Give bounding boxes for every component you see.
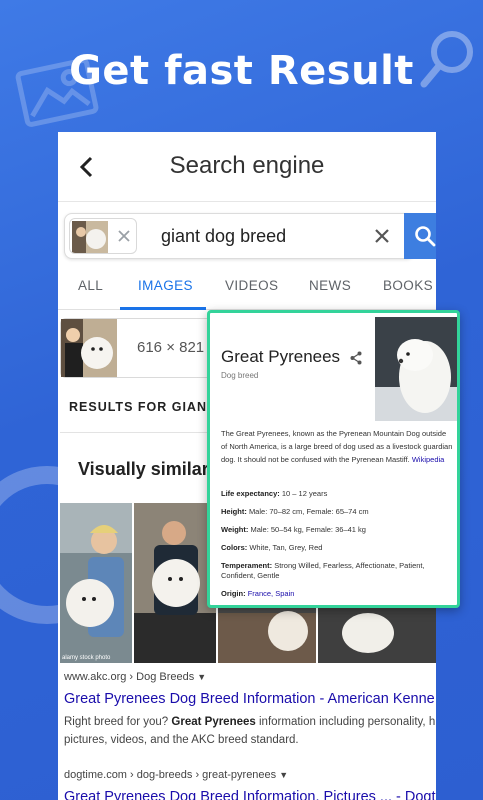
fact-value: Male: 50–54 kg, Female: 36–41 kg xyxy=(250,525,366,534)
snippet-text: information including personality, histo… xyxy=(258,716,436,728)
fact-life-expectancy: Life expectancy: 10 – 12 years xyxy=(221,489,453,499)
fact-label: Weight: xyxy=(221,525,249,534)
snippet-text: Right breed for you? xyxy=(64,716,172,728)
app-bar-title: Search engine xyxy=(169,152,325,179)
promo-title: Get fast Result xyxy=(69,48,414,94)
origin-link[interactable]: France, Spain xyxy=(248,589,295,598)
search-icon xyxy=(415,226,436,247)
fact-label: Height: xyxy=(221,507,247,516)
remove-image-icon[interactable] xyxy=(116,228,132,244)
url-menu-arrow-icon[interactable]: ▼ xyxy=(279,770,288,780)
search-result-1: www.akc.org › Dog Breeds ▼ Great Pyrenee… xyxy=(64,671,436,749)
similar-image-2[interactable] xyxy=(134,503,216,663)
wikipedia-link[interactable]: Wikipedia xyxy=(412,455,445,464)
fact-label: Temperament: xyxy=(221,561,273,570)
visually-similar-title: Visually similar xyxy=(78,459,209,479)
fact-value: White, Tan, Grey, Red xyxy=(249,543,323,552)
search-result-2: dogtime.com › dog-breeds › great-pyrenee… xyxy=(64,769,436,800)
result-title-link[interactable]: Great Pyrenees Dog Breed Information, Pi… xyxy=(64,789,436,800)
fact-label: Origin: xyxy=(221,589,246,598)
result-url[interactable]: www.akc.org › Dog Breeds ▼ xyxy=(64,671,436,683)
share-icon[interactable] xyxy=(350,351,362,365)
fact-height: Height: Male: 70–82 cm, Female: 65–74 cm xyxy=(221,507,453,517)
clear-search-icon[interactable] xyxy=(373,227,391,245)
tab-books[interactable]: BOOKS xyxy=(383,278,433,293)
result-tabs: ALL IMAGES VIDEOS NEWS BOOKS xyxy=(58,264,436,310)
breed-photo[interactable] xyxy=(375,317,459,421)
result-snippet: Right breed for you? Great Pyrenees info… xyxy=(64,713,436,749)
fact-value: 10 – 12 years xyxy=(281,489,328,498)
fact-colors: Colors: White, Tan, Grey, Red xyxy=(221,543,453,553)
fact-label: Life expectancy: xyxy=(221,489,280,498)
panel-subtitle: Dog breed xyxy=(221,371,259,380)
app-bar: Search engine xyxy=(58,132,436,202)
fact-temperament: Temperament: Strong Willed, Fearless, Af… xyxy=(221,561,453,581)
source-image-thumbnail xyxy=(61,319,117,377)
query-image-chip[interactable] xyxy=(69,218,137,254)
similar-image-1[interactable]: alamy stock photo xyxy=(60,503,132,663)
stock-photo-watermark: alamy stock photo xyxy=(62,655,111,661)
result-url[interactable]: dogtime.com › dog-breeds › great-pyrenee… xyxy=(64,769,436,781)
fact-value: Male: 70–82 cm, Female: 65–74 cm xyxy=(248,507,369,516)
tab-news[interactable]: NEWS xyxy=(309,278,351,293)
tab-images[interactable]: IMAGES xyxy=(138,278,193,293)
image-dimensions: 616 × 821 xyxy=(137,339,205,356)
panel-title: Great Pyrenees xyxy=(221,347,341,366)
fact-origin: Origin: France, Spain xyxy=(221,589,453,599)
fact-label: Colors: xyxy=(221,543,248,552)
snippet-text: pictures, videos, and the AKC breed stan… xyxy=(64,734,299,746)
tab-videos[interactable]: VIDEOS xyxy=(225,278,278,293)
query-image-thumbnail xyxy=(72,221,108,253)
search-row: giant dog breed xyxy=(58,202,436,264)
result-url-text: dogtime.com › dog-breeds › great-pyrenee… xyxy=(64,769,277,781)
snippet-bold: Great Pyrenees xyxy=(171,716,256,728)
panel-description: The Great Pyrenees, known as the Pyrenea… xyxy=(221,427,453,466)
fact-weight: Weight: Male: 50–54 kg, Female: 36–41 kg xyxy=(221,525,453,535)
url-menu-arrow-icon[interactable]: ▼ xyxy=(197,672,206,682)
panel-facts: Life expectancy: 10 – 12 years Height: M… xyxy=(221,489,453,605)
search-button[interactable] xyxy=(404,213,436,259)
search-query-text[interactable]: giant dog breed xyxy=(161,226,286,247)
result-url-text: www.akc.org › Dog Breeds xyxy=(64,671,195,683)
results-for-header: RESULTS FOR GIANT xyxy=(69,400,216,414)
active-tab-indicator xyxy=(120,307,206,310)
knowledge-panel: Great Pyrenees Dog breed The Great Pyren… xyxy=(207,310,460,608)
tab-all[interactable]: ALL xyxy=(78,278,103,293)
result-title-link[interactable]: Great Pyrenees Dog Breed Information - A… xyxy=(64,691,436,707)
search-box[interactable]: giant dog breed xyxy=(64,213,414,259)
